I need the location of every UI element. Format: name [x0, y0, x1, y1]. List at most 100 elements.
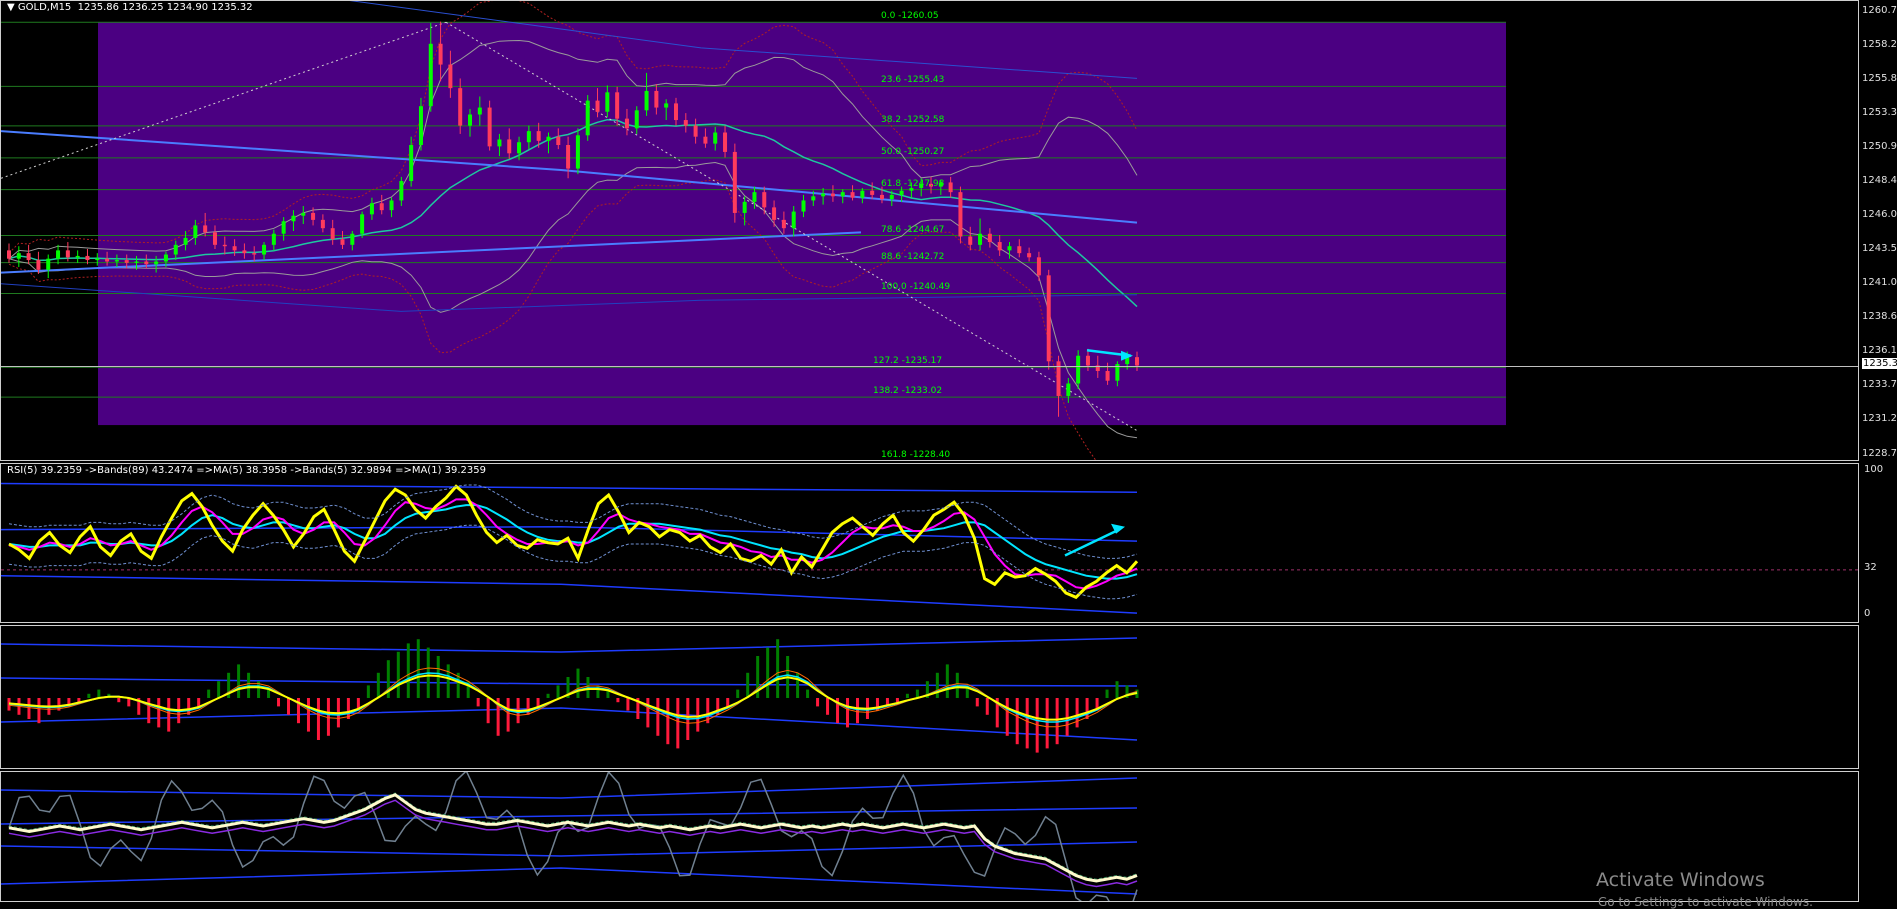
histogram-bar: [366, 685, 370, 698]
fib-label: 138.2 -1233.02: [873, 386, 943, 397]
candle-body: [438, 43, 443, 65]
histogram-bar: [1065, 698, 1069, 736]
histogram-bar: [27, 698, 31, 719]
candle-body: [517, 142, 522, 154]
candle-body: [418, 106, 423, 145]
candle-body: [546, 136, 551, 141]
rsi-axis-tick: 0: [1864, 608, 1871, 619]
histogram-bar: [776, 639, 780, 698]
candle-body: [791, 211, 796, 229]
price-axis-tick: 1250.92: [1862, 140, 1897, 152]
candle-body: [301, 212, 306, 216]
candle-body: [340, 239, 345, 245]
price-axis-tick: 1243.57: [1862, 242, 1897, 254]
candle-body: [95, 258, 100, 261]
histogram-bar: [277, 698, 281, 707]
histogram-bar: [576, 668, 580, 698]
candle-body: [1105, 371, 1110, 381]
histogram-bar: [905, 693, 909, 698]
price-axis-tick: 1255.82: [1862, 72, 1897, 84]
candle-body: [673, 103, 678, 121]
candle-body: [536, 131, 541, 141]
candle-body: [320, 219, 325, 229]
histogram-bar: [446, 664, 450, 698]
candle-body: [634, 110, 639, 129]
histogram-bar: [37, 698, 41, 724]
histogram-bar: [826, 698, 830, 715]
fib-label: 88.6 -1242.72: [881, 251, 945, 262]
candle-body: [291, 215, 296, 222]
rsi-title: RSI(5) 39.2359 ->Bands(89) 43.2474 =>MA(…: [7, 465, 486, 476]
symbol-header: ▼ GOLD,M15 1235.86 1236.25 1234.90 1235.…: [7, 2, 253, 13]
candle-body: [585, 100, 590, 136]
oscillator-pane[interactable]: [0, 771, 1859, 902]
candle-body: [65, 250, 70, 258]
candle-body: [1066, 383, 1071, 396]
fib-label: 78.6 -1244.67: [881, 224, 945, 235]
candle-body: [369, 203, 374, 215]
histogram-bar: [736, 689, 740, 698]
candle-body: [732, 151, 737, 213]
histogram-bar: [207, 689, 211, 698]
histogram-bar: [726, 698, 730, 707]
candle-body: [1036, 257, 1041, 276]
histogram-bar: [287, 698, 291, 715]
histogram-bar: [117, 698, 121, 703]
candle-body: [899, 190, 904, 195]
fib-label: 50.0 -1250.27: [881, 146, 945, 157]
histogram-bar: [506, 698, 510, 732]
rsi-band-lower: [1, 574, 1138, 614]
rsi-ma-line: [8, 498, 1138, 590]
candle-body: [311, 212, 316, 220]
candle-body: [752, 192, 757, 202]
histogram-bar: [1085, 698, 1089, 719]
osc-purple-line: [8, 799, 1138, 888]
histogram-bar: [476, 698, 480, 707]
candle-body: [683, 120, 688, 126]
candle-body: [46, 258, 51, 270]
candle-body: [154, 261, 159, 265]
candle-body: [978, 233, 983, 245]
candle-body: [193, 225, 198, 238]
candle-body: [968, 236, 973, 245]
histogram-bar: [326, 698, 330, 736]
histogram-bar: [975, 698, 979, 707]
price-chart-pane[interactable]: ▼ GOLD,M15 1235.86 1236.25 1234.90 1235.…: [0, 0, 1859, 461]
histogram-pane[interactable]: [0, 625, 1859, 769]
candle-body: [36, 260, 41, 270]
price-axis-tick: 1236.17: [1862, 345, 1897, 357]
candle-body: [693, 125, 698, 137]
symbol-label: GOLD,M15: [17, 2, 72, 13]
osc-band-lower: [1, 841, 1138, 857]
candle-body: [615, 92, 620, 119]
histogram-bar: [1105, 689, 1109, 698]
histogram-bar: [746, 672, 750, 698]
histogram-bar: [666, 698, 670, 745]
candle-body: [840, 192, 845, 197]
candle-body: [448, 64, 453, 89]
candle-body: [262, 244, 267, 255]
candle-body: [252, 253, 257, 255]
candle-body: [566, 144, 571, 169]
candle-body: [595, 100, 600, 112]
rsi-pane[interactable]: RSI(5) 39.2359 ->Bands(89) 43.2474 =>MA(…: [0, 463, 1859, 623]
current-price-tag: 1235.3: [1862, 358, 1897, 370]
candle-body: [124, 260, 129, 263]
candle-body: [1017, 246, 1022, 254]
candle-body: [664, 103, 669, 108]
candle-body: [487, 107, 492, 147]
candle-body: [1007, 246, 1012, 251]
candle-body: [1076, 355, 1081, 384]
collapse-triangle-icon[interactable]: ▼: [7, 2, 18, 13]
candle-body: [134, 261, 139, 263]
fib-label: 0.0 -1260.05: [881, 11, 939, 22]
candle-body: [242, 250, 247, 254]
candle-body: [144, 261, 149, 265]
histogram-bar: [316, 698, 320, 740]
price-axis-tick: 1258.27: [1862, 38, 1897, 50]
histogram-bar: [766, 647, 770, 698]
histogram-bar: [237, 664, 241, 698]
histogram-bar: [646, 698, 650, 728]
histogram-bar: [1115, 681, 1119, 698]
histogram-bar: [486, 698, 490, 724]
